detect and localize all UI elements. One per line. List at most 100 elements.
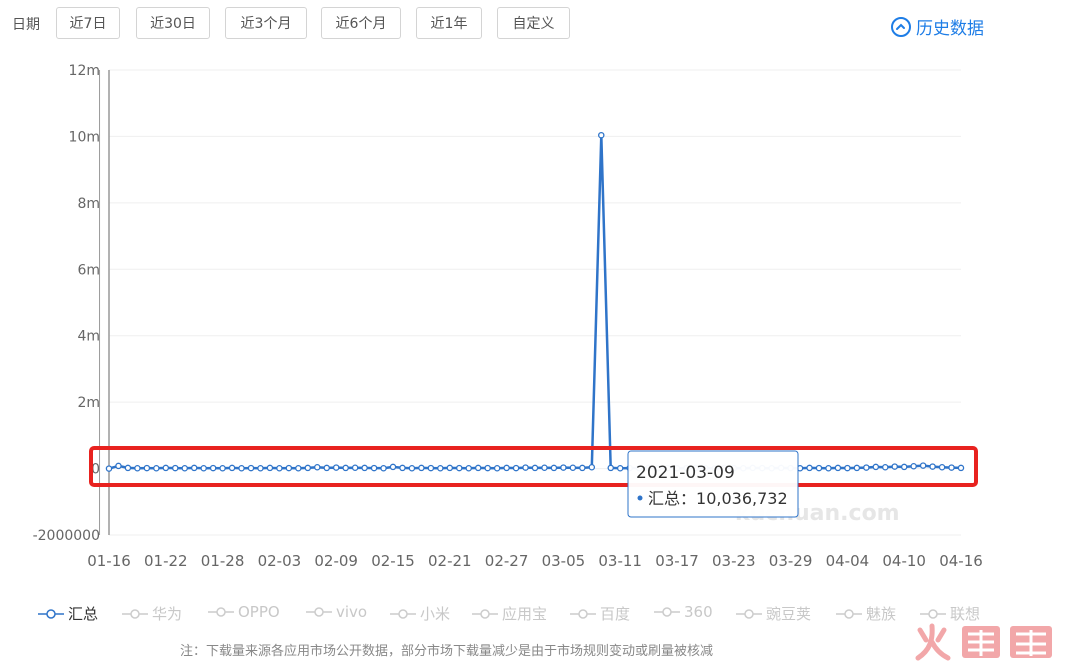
data-point (427, 464, 435, 472)
x-tick-label: 03-05 (542, 552, 586, 570)
legend-item-xiaomi[interactable]: 小米 (390, 603, 450, 624)
legend-item-baidu[interactable]: 百度 (570, 603, 630, 624)
legend-item-vivo[interactable]: vivo (306, 603, 367, 621)
legend-line-circle-icon (736, 608, 762, 619)
data-point (399, 464, 406, 472)
data-point (616, 464, 624, 472)
x-tick-label: 02-21 (428, 552, 472, 570)
legend-item-total[interactable]: 汇总 (38, 603, 98, 624)
legend-item-huawei[interactable]: 华为 (122, 603, 182, 624)
x-tick-label: 01-28 (201, 552, 245, 570)
data-point (948, 464, 955, 471)
data-point (882, 463, 889, 471)
data-point (190, 464, 198, 472)
data-point (872, 463, 880, 471)
y-tick-label: 2m (77, 395, 100, 411)
legend-line-circle-icon (472, 608, 498, 619)
legend-item-yingyongbao[interactable]: 应用宝 (472, 603, 547, 624)
x-tick-label: 03-17 (655, 552, 699, 570)
data-point (408, 464, 416, 472)
data-point (351, 464, 359, 471)
data-point (957, 464, 965, 472)
data-point (181, 464, 188, 472)
data-point (124, 464, 132, 472)
data-point (105, 465, 113, 472)
legend-label: vivo (336, 603, 368, 621)
data-point (209, 464, 217, 472)
data-point (503, 464, 510, 472)
data-point (134, 464, 141, 472)
legend-label: 汇总 (68, 605, 99, 623)
data-point (238, 464, 245, 472)
legend-line-circle-icon (654, 607, 680, 617)
legend-item-wandoujia[interactable]: 豌豆荚 (736, 603, 811, 624)
data-point (380, 464, 387, 472)
data-point (143, 464, 151, 472)
y-tick-label: 8m (77, 196, 100, 212)
legend-item-meizu[interactable]: 魅族 (836, 603, 896, 624)
y-tick-label: 6m (77, 262, 100, 278)
data-point (295, 464, 302, 472)
data-point (115, 462, 122, 470)
legend-line-circle-icon (390, 608, 416, 619)
legend-line-circle-icon (38, 608, 64, 619)
legend-label: 百度 (600, 605, 631, 623)
data-point (418, 464, 425, 472)
x-tick-label: 02-03 (258, 552, 302, 570)
data-point (541, 464, 548, 471)
data-point (815, 464, 823, 472)
legend-item-oppo[interactable]: OPPO (208, 603, 280, 621)
data-point (900, 463, 908, 471)
tooltip-separator: ： (680, 489, 696, 508)
data-point (560, 464, 567, 471)
data-point (844, 464, 851, 472)
legend-item-360[interactable]: 360 (654, 603, 713, 621)
data-point (257, 464, 264, 472)
data-point (200, 464, 207, 472)
data-point (938, 463, 946, 471)
data-point (588, 463, 596, 471)
data-point (153, 464, 160, 472)
legend-line-circle-icon (836, 608, 862, 619)
data-point (550, 464, 558, 472)
data-point (219, 464, 226, 472)
x-tick-label: 03-29 (769, 552, 813, 570)
data-point (579, 464, 586, 472)
downloads-line-chart: -200000002m4m6m8m10m12m 01-16 01-22 01-28 0… (33, 63, 983, 570)
data-point (446, 464, 454, 472)
x-tick-label: 03-11 (598, 552, 642, 570)
data-point (891, 463, 898, 470)
data-point (929, 463, 936, 470)
x-tick-label: 03-23 (712, 552, 756, 570)
data-point (493, 464, 501, 472)
y-tick-label: 12m (69, 63, 100, 79)
data-point (247, 464, 255, 472)
data-point (863, 464, 870, 471)
data-point (512, 464, 520, 472)
data-point (276, 464, 283, 472)
x-tick-label: 04-10 (882, 552, 926, 570)
data-point (332, 464, 340, 471)
data-point (437, 464, 444, 472)
data-point (266, 464, 274, 472)
x-tick-label: 02-27 (485, 552, 529, 570)
svg-text:汇总：10,036,732: 汇总：10,036,732 (648, 489, 788, 508)
data-point (919, 462, 927, 469)
tooltip-value: 10,036,732 (696, 489, 788, 508)
x-tick-label: 02-09 (314, 552, 358, 570)
data-point (285, 464, 293, 472)
data-point (598, 131, 605, 139)
data-point (304, 464, 312, 472)
data-point (522, 464, 529, 471)
legend-line-circle-icon (570, 608, 596, 619)
data-point (172, 464, 179, 472)
x-tick-label: 01-16 (87, 552, 131, 570)
tooltip-date: 2021-03-09 (636, 463, 735, 483)
tooltip: 2021-03-09 汇总：10,036,732 (627, 450, 799, 518)
data-point (825, 464, 832, 472)
data-point (342, 464, 349, 472)
legend-label: 豌豆荚 (766, 605, 812, 623)
data-point (370, 464, 378, 472)
data-point (569, 464, 577, 471)
legend-label: 魅族 (866, 605, 897, 623)
